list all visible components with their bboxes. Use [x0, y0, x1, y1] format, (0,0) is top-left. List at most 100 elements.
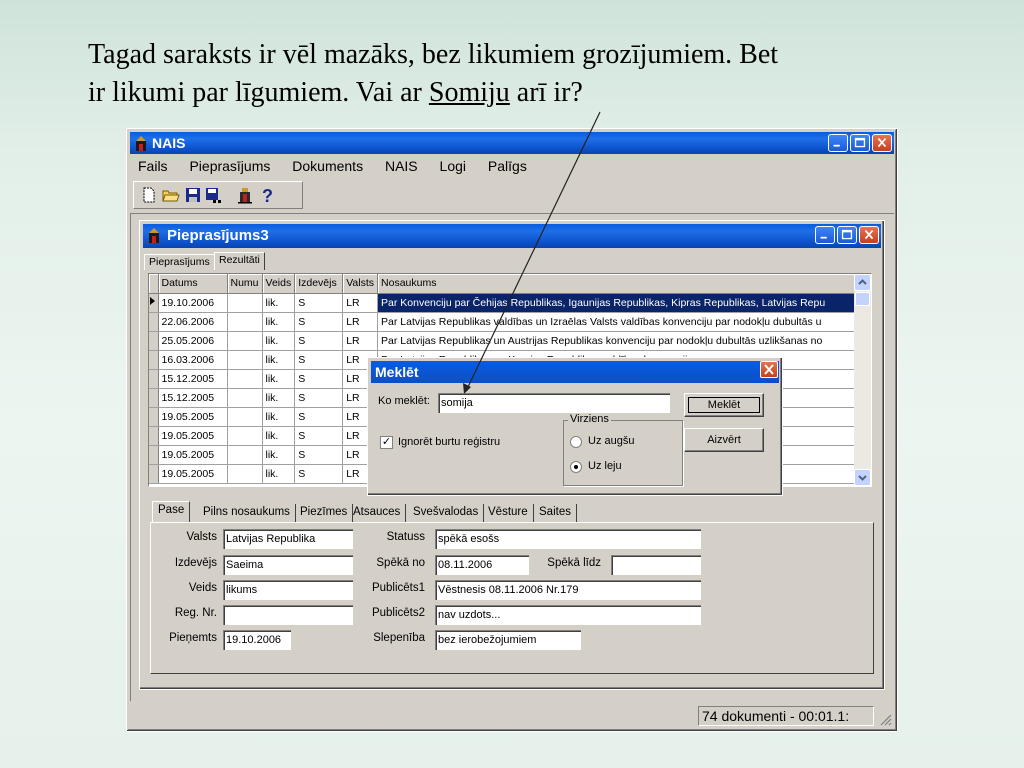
row-indicator[interactable]: [149, 312, 159, 332]
izdevejs-field[interactable]: Saeima: [223, 555, 353, 575]
cell-izdevejs[interactable]: S: [294, 369, 344, 389]
direction-down-radio[interactable]: [570, 461, 582, 473]
cell-veids[interactable]: lik.: [262, 407, 296, 427]
cell-izdevejs[interactable]: S: [294, 445, 344, 465]
cell-datums[interactable]: 16.03.2006: [158, 350, 228, 370]
menu-logi[interactable]: Logi: [440, 158, 466, 174]
resize-grip-icon[interactable]: [878, 712, 892, 726]
child-minimize-button[interactable]: [815, 226, 835, 244]
search-dialog-close-button[interactable]: [760, 361, 778, 378]
menu-dokuments[interactable]: Dokuments: [292, 158, 363, 174]
column-header-nosaukums[interactable]: Nosaukums: [377, 274, 865, 294]
row-indicator[interactable]: [149, 331, 159, 351]
scroll-up-button[interactable]: [854, 274, 871, 291]
tab-rezultati[interactable]: Rezultāti: [214, 252, 265, 270]
cell-datums[interactable]: 22.06.2006: [158, 312, 228, 332]
cell-veids[interactable]: lik.: [262, 388, 296, 408]
statuss-field[interactable]: spēkā esošs: [435, 529, 701, 549]
cell-numurs[interactable]: [227, 331, 263, 351]
column-header-veids[interactable]: Veids: [262, 274, 296, 294]
cell-numurs[interactable]: [227, 350, 263, 370]
pienemts-field[interactable]: 19.10.2006: [223, 630, 291, 650]
cell-izdevejs[interactable]: S: [294, 312, 344, 332]
cell-datums[interactable]: 19.05.2005: [158, 445, 228, 465]
cell-izdevejs[interactable]: S: [294, 293, 344, 313]
cell-numurs[interactable]: [227, 464, 263, 484]
valsts-field[interactable]: Latvijas Republika: [223, 529, 353, 549]
cell-izdevejs[interactable]: S: [294, 407, 344, 427]
cell-izdevejs[interactable]: S: [294, 350, 344, 370]
cell-valsts[interactable]: LR: [342, 331, 379, 351]
table-row[interactable]: 25.05.2006 lik. S LR Par Latvijas Republikas…: [149, 331, 865, 351]
tab-vesture[interactable]: Vēsture: [483, 504, 534, 523]
cell-datums[interactable]: 19.10.2006: [158, 293, 228, 313]
column-header-valsts[interactable]: Valsts: [342, 274, 379, 294]
minimize-button[interactable]: [828, 134, 848, 152]
cell-veids[interactable]: lik.: [262, 426, 296, 446]
speka-no-field[interactable]: 08.11.2006: [435, 555, 529, 575]
column-header-numurs[interactable]: Numu: [227, 274, 263, 294]
menu-fails[interactable]: Fails: [138, 158, 168, 174]
save-icon[interactable]: [184, 186, 202, 204]
direction-up-radio[interactable]: [570, 436, 582, 448]
cell-numurs[interactable]: [227, 407, 263, 427]
row-indicator[interactable]: [149, 407, 159, 427]
cell-izdevejs[interactable]: S: [294, 331, 344, 351]
row-indicator[interactable]: [149, 293, 159, 313]
tab-pilns-nosaukums[interactable]: Pilns nosaukums: [198, 504, 296, 523]
row-indicator[interactable]: [149, 426, 159, 446]
publicets1-field[interactable]: Vēstnesis 08.11.2006 Nr.179: [435, 580, 701, 600]
maximize-button[interactable]: [850, 134, 870, 152]
search-input[interactable]: somija: [438, 393, 670, 413]
tab-piezimes[interactable]: Piezīmes: [295, 504, 354, 523]
row-indicator[interactable]: [149, 350, 159, 370]
cell-veids[interactable]: lik.: [262, 350, 296, 370]
tab-pieprasijums[interactable]: Pieprasījums: [144, 254, 215, 270]
cell-datums[interactable]: 19.05.2005: [158, 426, 228, 446]
cell-numurs[interactable]: [227, 426, 263, 446]
new-document-icon[interactable]: [140, 186, 158, 204]
column-header-izdevejs[interactable]: Izdevējs: [294, 274, 344, 294]
cell-numurs[interactable]: [227, 388, 263, 408]
menu-nais[interactable]: NAIS: [385, 158, 418, 174]
cell-valsts[interactable]: LR: [342, 293, 379, 313]
ignore-case-checkbox[interactable]: ✓: [380, 436, 393, 449]
cell-nosaukums[interactable]: Par Latvijas Republikas valdības un Izra…: [377, 312, 865, 332]
cell-datums[interactable]: 15.12.2005: [158, 388, 228, 408]
cell-veids[interactable]: lik.: [262, 369, 296, 389]
cell-datums[interactable]: 19.05.2005: [158, 464, 228, 484]
speka-lidz-field[interactable]: [611, 555, 701, 575]
help-icon[interactable]: ?: [258, 186, 276, 204]
tab-saites[interactable]: Saites: [534, 504, 577, 523]
close-button[interactable]: [872, 134, 892, 152]
tab-svesvalodas[interactable]: Svešvalodas: [408, 504, 485, 523]
search-dialog-titlebar[interactable]: Meklēt: [371, 361, 779, 383]
query-icon[interactable]: [236, 186, 254, 204]
row-indicator[interactable]: [149, 464, 159, 484]
search-button[interactable]: Meklēt: [684, 393, 764, 417]
cell-datums[interactable]: 15.12.2005: [158, 369, 228, 389]
tab-atsauces[interactable]: Atsauces: [348, 504, 407, 523]
cell-numurs[interactable]: [227, 369, 263, 389]
child-maximize-button[interactable]: [837, 226, 857, 244]
cell-datums[interactable]: 25.05.2006: [158, 331, 228, 351]
veids-field[interactable]: likums: [223, 580, 353, 600]
row-indicator[interactable]: [149, 369, 159, 389]
reg-nr-field[interactable]: [223, 605, 353, 625]
column-header-datums[interactable]: Datums: [158, 274, 228, 294]
slepeniba-field[interactable]: bez ierobežojumiem: [435, 630, 581, 650]
cell-izdevejs[interactable]: S: [294, 464, 344, 484]
tab-pase[interactable]: Pase: [152, 501, 191, 523]
cell-izdevejs[interactable]: S: [294, 388, 344, 408]
scroll-thumb[interactable]: [855, 292, 870, 306]
cell-numurs[interactable]: [227, 445, 263, 465]
cell-veids[interactable]: lik.: [262, 331, 296, 351]
save-all-icon[interactable]: [204, 186, 222, 204]
grid-scrollbar[interactable]: [854, 274, 871, 486]
main-titlebar[interactable]: NAIS: [130, 132, 894, 154]
cell-numurs[interactable]: [227, 312, 263, 332]
menu-paligs[interactable]: Palīgs: [488, 158, 527, 174]
child-close-button[interactable]: [859, 226, 879, 244]
cell-valsts[interactable]: LR: [342, 312, 379, 332]
open-folder-icon[interactable]: [162, 186, 180, 204]
